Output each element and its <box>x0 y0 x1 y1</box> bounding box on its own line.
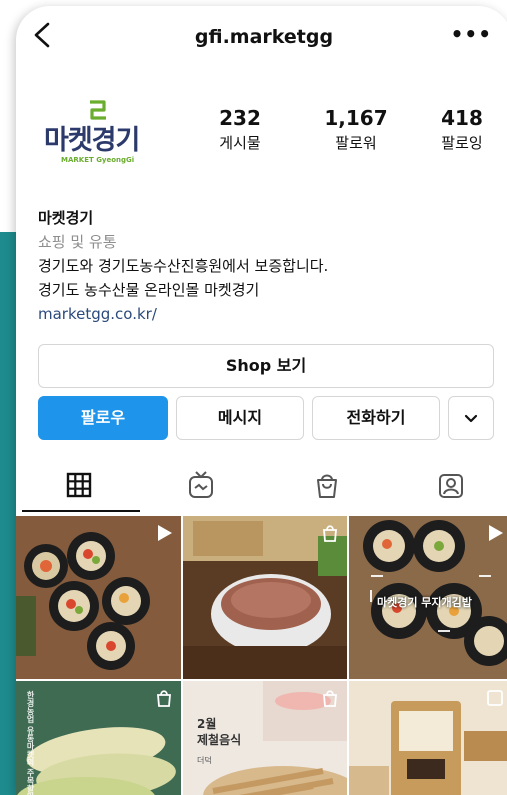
profile-name: 마켓경기 <box>38 209 94 227</box>
shopping-bag-logo-icon <box>90 100 106 120</box>
post-thumbnail[interactable] <box>183 516 347 679</box>
posts-grid: 마켓경기 무지개김밥 한경농업 유통마켓의 주목할만한 2월 제철음식 더덕 <box>16 516 507 795</box>
action-buttons: 팔로우 메시지 전화하기 <box>38 396 494 440</box>
stat-followers-count: 1,167 <box>324 106 388 130</box>
stat-following-label: 팔로잉 <box>441 134 483 152</box>
more-options-icon[interactable]: ••• <box>451 22 492 46</box>
shopping-bag-icon <box>157 690 171 707</box>
post-overlay-subtitle: 제철음식 <box>197 733 242 747</box>
igtv-icon[interactable] <box>186 470 216 500</box>
post-thumbnail[interactable] <box>349 681 507 795</box>
bio-line-2: 경기도 농수산물 온라인몰 마켓경기 <box>38 281 260 299</box>
profile-tabs <box>16 462 507 516</box>
chevron-down-icon <box>464 414 478 422</box>
website-link[interactable]: marketgg.co.kr/ <box>38 302 328 326</box>
suggested-dropdown-button[interactable] <box>448 396 494 440</box>
video-icon <box>158 525 172 541</box>
post-thumbnail[interactable]: 2월 제철음식 더덕 <box>183 681 347 795</box>
active-tab-indicator <box>22 510 140 512</box>
post-thumbnail[interactable]: 마켓경기 무지개김밥 <box>349 516 507 679</box>
stat-following[interactable]: 418 팔로잉 <box>412 106 507 153</box>
post-overlay-title: 2월 <box>197 717 217 731</box>
shop-button[interactable]: Shop 보기 <box>38 344 494 388</box>
post-overlay-caption: 더덕 <box>197 756 212 765</box>
snack-package-image <box>349 681 507 795</box>
stat-posts-label: 게시물 <box>219 134 261 152</box>
shopping-bag-icon <box>487 690 503 706</box>
call-button[interactable]: 전화하기 <box>312 396 440 440</box>
logo-text: 마켓경기 <box>44 125 140 156</box>
post-overlay-text: 마켓경기 무지개김밥 <box>377 596 472 609</box>
phone-screen: gfi.marketgg ••• 마켓경기 MARKET GyeongGi 23… <box>16 6 507 795</box>
message-button[interactable]: 메시지 <box>176 396 304 440</box>
post-thumbnail[interactable] <box>16 516 181 679</box>
profile-stats: 232 게시물 1,167 팔로워 418 팔로잉 <box>186 106 507 166</box>
post-thumbnail[interactable]: 한경농업 유통마켓의 주목할만한 <box>16 681 181 795</box>
follow-button[interactable]: 팔로우 <box>38 396 168 440</box>
shopping-bag-icon <box>323 690 337 707</box>
post-overlay-text: 한경농업 유통마켓의 주목할만한 <box>26 691 35 795</box>
stat-followers-label: 팔로워 <box>335 134 377 152</box>
video-icon <box>489 525 503 541</box>
shop-bag-icon[interactable] <box>312 470 342 500</box>
profile-username: gfi.marketgg <box>194 26 334 48</box>
stat-posts[interactable]: 232 게시물 <box>190 106 290 153</box>
bio-line-1: 경기도와 경기도농수산진흥원에서 보증합니다. <box>38 257 329 275</box>
grid-icon[interactable] <box>64 470 94 500</box>
profile-header: gfi.marketgg ••• <box>16 6 507 68</box>
logo-subtext: MARKET GyeongGi <box>61 156 135 164</box>
profile-bio: 마켓경기 쇼핑 및 유통 경기도와 경기도농수산진흥원에서 보증합니다. 경기도… <box>38 206 328 326</box>
stat-following-count: 418 <box>441 106 483 130</box>
tagged-icon[interactable] <box>436 470 466 500</box>
stat-posts-count: 232 <box>219 106 261 130</box>
stat-followers[interactable]: 1,167 팔로워 <box>306 106 406 153</box>
shopping-bag-icon <box>323 525 337 542</box>
profile-avatar[interactable]: 마켓경기 MARKET GyeongGi <box>42 98 152 178</box>
profile-category: 쇼핑 및 유통 <box>38 233 117 251</box>
